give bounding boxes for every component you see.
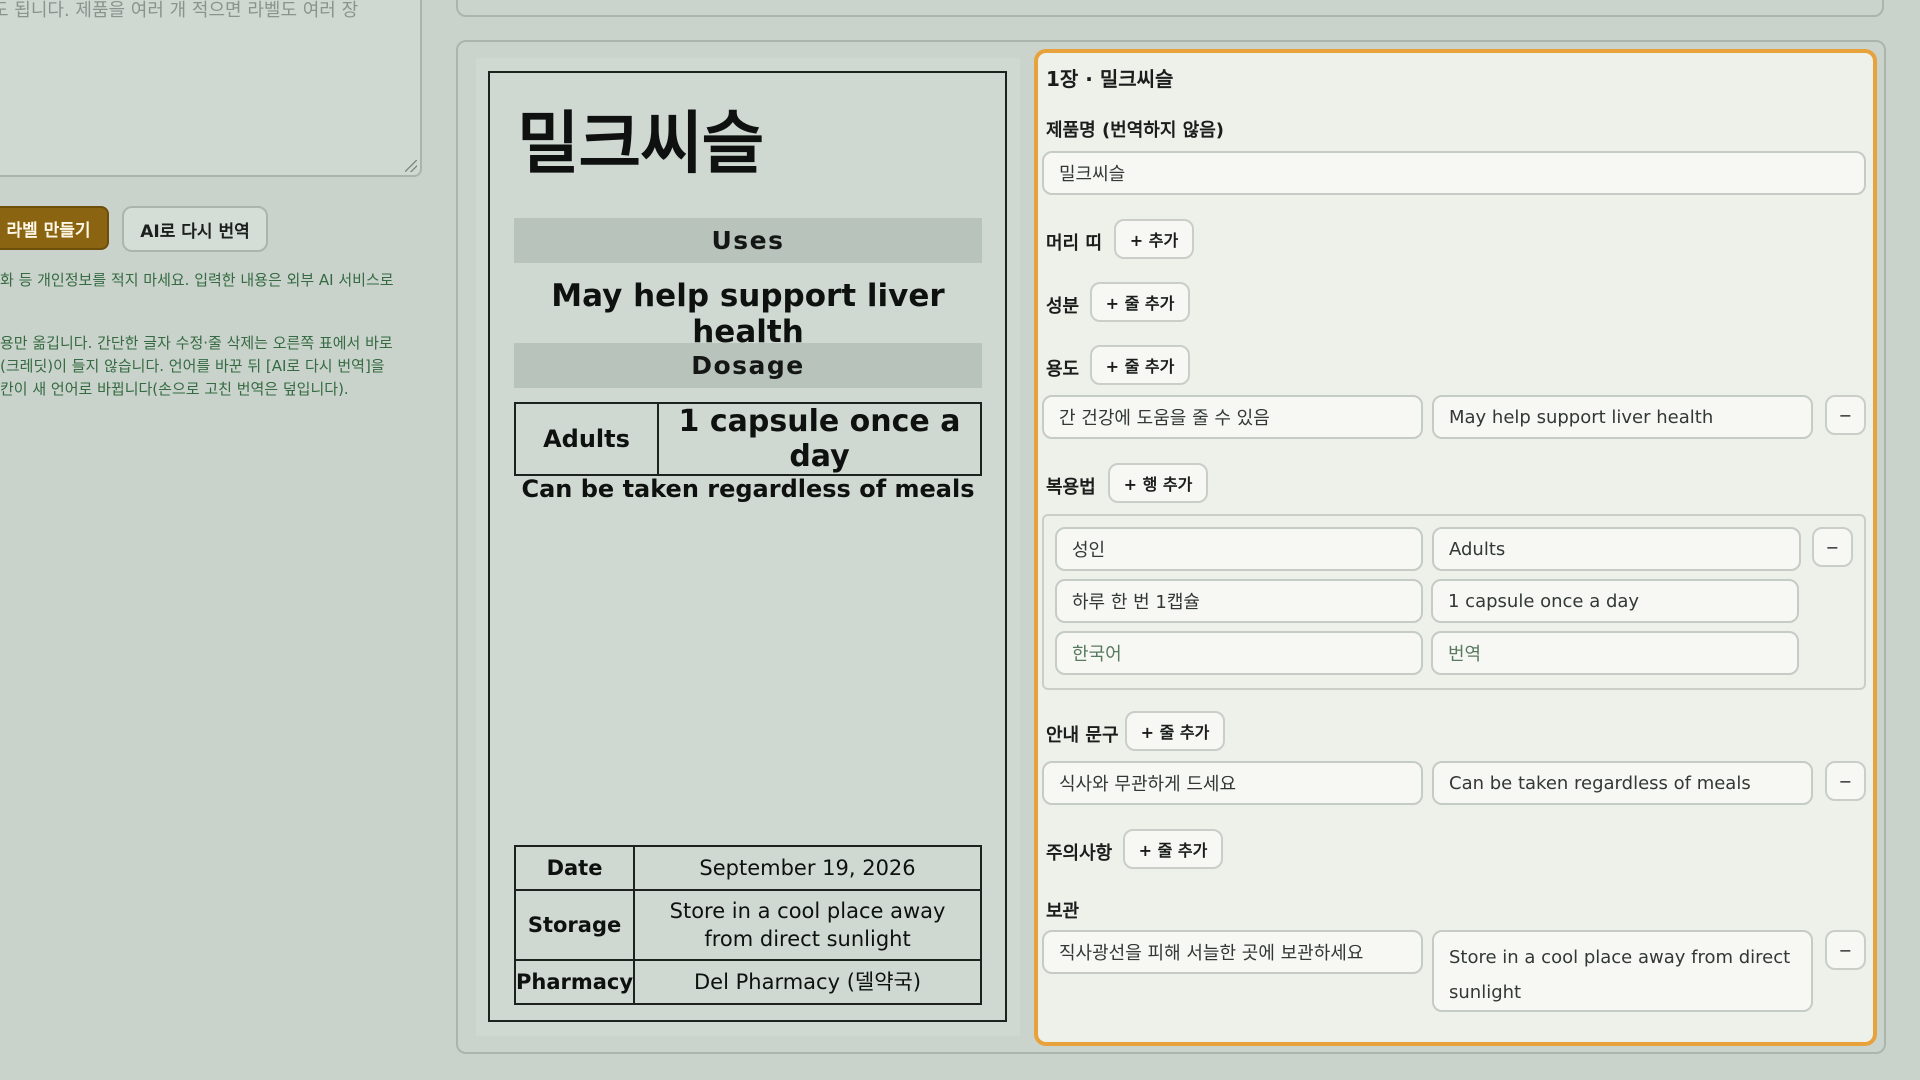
table-row: Date September 19, 2026 bbox=[513, 845, 982, 891]
resize-grip-icon[interactable] bbox=[405, 160, 417, 172]
remove-guide-line-button[interactable]: − bbox=[1825, 761, 1866, 801]
dosage-key: Adults bbox=[514, 402, 659, 476]
help-line-1: 용만 옮깁니다. 간단한 글자 수정·줄 삭제는 오른쪽 표에서 바로 bbox=[0, 334, 393, 352]
add-ingredient-line-button[interactable]: + 줄 추가 bbox=[1090, 282, 1190, 322]
preview-info-table: Date September 19, 2026 Storage Store in… bbox=[513, 845, 982, 1005]
label-preview: 밀크씨슬 Uses May help support liver health … bbox=[488, 71, 1007, 1022]
uses-label: 용도 bbox=[1046, 359, 1080, 380]
info-key-storage: Storage bbox=[513, 889, 636, 961]
table-row: Pharmacy Del Pharmacy (델약국) bbox=[513, 959, 982, 1005]
make-label-button[interactable]: 라벨 만들기 bbox=[0, 206, 109, 250]
uses-en-input[interactable]: May help support liver health bbox=[1432, 395, 1813, 439]
storage-en-input[interactable]: Store in a cool place away from direct s… bbox=[1432, 930, 1813, 1012]
preview-dosage-header: Dosage bbox=[514, 343, 982, 388]
dosage-new-en-input[interactable]: 번역 bbox=[1431, 631, 1799, 675]
preview-uses-header: Uses bbox=[514, 218, 982, 263]
guide-en-input[interactable]: Can be taken regardless of meals bbox=[1432, 761, 1813, 805]
add-guide-line-button[interactable]: + 줄 추가 bbox=[1125, 711, 1225, 751]
editor-title: 1장 · 밀크씨슬 bbox=[1046, 67, 1174, 91]
preview-uses-text: May help support liver health bbox=[551, 278, 945, 350]
privacy-note: 화 등 개인정보를 적지 마세요. 입력한 내용은 외부 AI 서비스로 bbox=[0, 271, 394, 289]
product-name-input[interactable]: 밀크씨슬 bbox=[1042, 151, 1866, 195]
preview-product-name: 밀크씨슬 bbox=[517, 105, 764, 184]
product-name-label: 제품명 (번역하지 않음) bbox=[1046, 120, 1225, 141]
dosage-who-en-input[interactable]: Adults bbox=[1432, 527, 1801, 571]
add-uses-line-button[interactable]: + 줄 추가 bbox=[1090, 345, 1190, 385]
remove-dosage-row-button[interactable]: − bbox=[1812, 527, 1853, 567]
dosage-new-ko-input[interactable]: 한국어 bbox=[1055, 631, 1423, 675]
info-key-date: Date bbox=[513, 845, 636, 891]
headband-label: 머리 띠 bbox=[1046, 233, 1102, 254]
info-value-date: September 19, 2026 bbox=[633, 845, 982, 891]
product-textarea[interactable]: 도 됩니다. 제품을 여러 개 적으면 라벨도 여러 장 . bbox=[0, 0, 422, 177]
remove-storage-line-button[interactable]: − bbox=[1825, 930, 1866, 970]
preview-dosage-table: Adults 1 capsule once a day bbox=[514, 402, 982, 476]
dosage-amount-ko-input[interactable]: 하루 한 번 1캡슐 bbox=[1055, 579, 1423, 623]
info-key-pharmacy: Pharmacy bbox=[513, 959, 636, 1005]
guide-ko-input[interactable]: 식사와 무관하게 드세요 bbox=[1042, 761, 1423, 805]
ai-retranslate-button[interactable]: AI로 다시 번역 bbox=[122, 206, 268, 252]
add-headband-button[interactable]: + 추가 bbox=[1114, 219, 1194, 259]
add-dosage-row-button[interactable]: + 행 추가 bbox=[1108, 463, 1208, 503]
table-row: Adults 1 capsule once a day bbox=[514, 402, 982, 476]
dosage-value: 1 capsule once a day bbox=[657, 402, 982, 476]
add-caution-line-button[interactable]: + 줄 추가 bbox=[1123, 829, 1223, 869]
help-line-3: 칸이 새 언어로 바뀝니다(손으로 고친 번역은 덮입니다). bbox=[0, 380, 349, 398]
textarea-line-1: 도 됩니다. 제품을 여러 개 적으면 라벨도 여러 장 bbox=[0, 0, 359, 21]
label-editor-panel: 1장 · 밀크씨슬 제품명 (번역하지 않음) 밀크씨슬 머리 띠 + 추가 성… bbox=[1034, 49, 1877, 1046]
info-value-pharmacy: Del Pharmacy (델약국) bbox=[633, 959, 982, 1005]
storage-ko-input[interactable]: 직사광선을 피해 서늘한 곳에 보관하세요 bbox=[1042, 930, 1423, 974]
remove-uses-line-button[interactable]: − bbox=[1825, 395, 1866, 435]
dosage-label: 복용법 bbox=[1046, 477, 1096, 498]
uses-ko-input[interactable]: 간 건강에 도움을 줄 수 있음 bbox=[1042, 395, 1423, 439]
info-value-storage: Store in a cool place away from direct s… bbox=[633, 889, 982, 961]
guide-label: 안내 문구 bbox=[1046, 725, 1119, 746]
caution-label: 주의사항 bbox=[1046, 843, 1113, 864]
preview-dosage-note: Can be taken regardless of meals bbox=[521, 475, 975, 503]
dosage-amount-en-input[interactable]: 1 capsule once a day bbox=[1431, 579, 1799, 623]
previous-label-card bbox=[456, 0, 1884, 17]
table-row: Storage Store in a cool place away from … bbox=[513, 889, 982, 961]
storage-label: 보관 bbox=[1046, 901, 1080, 922]
help-line-2: (크레딧)이 들지 않습니다. 언어를 바꾼 뒤 [AI로 다시 번역]을 bbox=[0, 357, 385, 375]
textarea-line-2: . bbox=[0, 26, 406, 56]
dosage-who-ko-input[interactable]: 성인 bbox=[1055, 527, 1423, 571]
ingredients-label: 성분 bbox=[1046, 296, 1080, 317]
